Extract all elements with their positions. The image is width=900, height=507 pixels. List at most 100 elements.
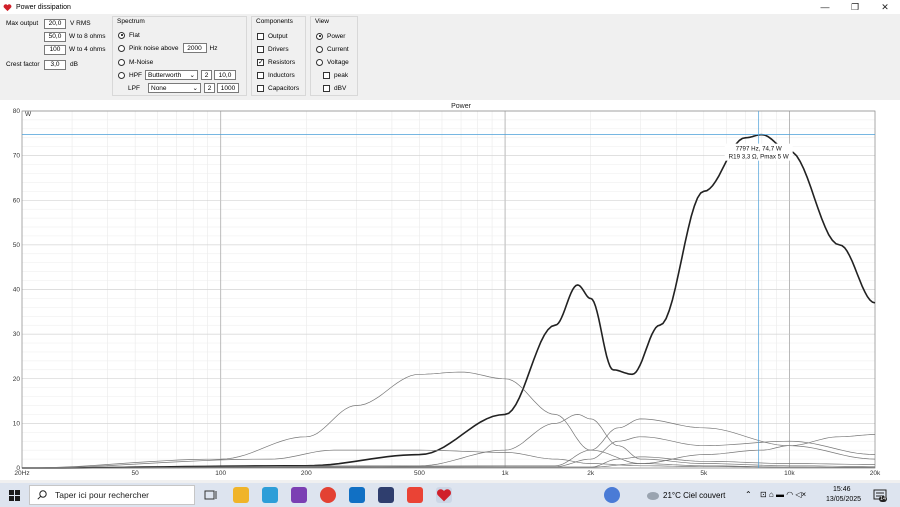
flat-label: Flat [129, 31, 140, 39]
lpf-order-input[interactable]: 2 [204, 83, 215, 93]
crest-factor-unit: dB [70, 61, 78, 68]
outlook-icon[interactable] [349, 487, 365, 503]
power-chart[interactable]: 20Hz 50 100 200 500 1k 2k 5k 10k 20k 0 10 20 30 40 50 60… [0, 100, 900, 480]
pink-noise-option[interactable]: Pink noise above 2000 Hz [118, 43, 217, 53]
y-tick-label: 60 [13, 197, 21, 204]
resistors-checkbox[interactable]: ✓ [257, 58, 264, 66]
output-option[interactable]: Output [257, 31, 288, 41]
lpf-row: LPF None ⌄ 2 1000 [128, 83, 239, 93]
close-button[interactable]: ✕ [870, 0, 900, 14]
app-heart-icon [3, 3, 12, 11]
lpf-type-select[interactable]: None ⌄ [148, 83, 201, 93]
resistors-option[interactable]: ✓ Resistors [257, 57, 295, 67]
inductors-option[interactable]: Inductors [257, 70, 295, 80]
capacitors-option[interactable]: Capacitors [257, 83, 299, 93]
hpf-type-select[interactable]: Butterworth ⌄ [145, 70, 198, 80]
inductors-label: Inductors [268, 71, 295, 79]
weather-text[interactable]: 21°C Ciel couvert [663, 491, 725, 500]
clock-time[interactable]: 15:46 [833, 486, 851, 493]
max-output-unit: V RMS [70, 20, 91, 27]
watts-8ohm-label: W to 8 ohms [69, 33, 106, 40]
flat-radio[interactable] [118, 31, 125, 39]
notification-icon[interactable]: 14 [873, 488, 888, 502]
gmail-icon[interactable] [407, 487, 423, 503]
voltage-radio[interactable] [316, 58, 323, 66]
power-dissipation-app-icon[interactable] [436, 487, 452, 503]
title-bar: Power dissipation — ❐ ✕ [0, 0, 900, 14]
view-title: View [315, 18, 329, 25]
app-icon-blue[interactable] [262, 487, 278, 503]
watts-4ohm-label: W to 4 ohms [69, 46, 106, 53]
app-icon-dark[interactable] [378, 487, 394, 503]
current-option[interactable]: Current [316, 44, 349, 54]
dbv-checkbox[interactable] [323, 84, 330, 92]
hpf-radio[interactable] [118, 71, 125, 79]
peak-label: peak [334, 71, 349, 79]
y-tick-label: 30 [13, 331, 21, 338]
y-tick-label: 20 [13, 376, 21, 383]
file-explorer-icon[interactable] [233, 487, 249, 503]
notification-badge: 14 [879, 496, 888, 502]
taskbar: Taper ici pour rechercher 21°C Ciel couv… [0, 483, 900, 507]
x-tick-label: 50 [132, 470, 140, 477]
view-group: View Power Current Voltage peak dBV [310, 16, 358, 96]
help-icon[interactable] [604, 487, 620, 503]
hpf-order-input[interactable]: 2 [201, 70, 212, 80]
watts-8ohm-input[interactable]: 50,0 [44, 31, 66, 42]
y-tick-label: 70 [13, 153, 21, 160]
search-icon [37, 490, 47, 500]
dbv-option[interactable]: dBV [323, 83, 346, 93]
maximize-button[interactable]: ❐ [840, 0, 870, 14]
power-radio[interactable] [316, 32, 323, 40]
windows-start-icon[interactable] [9, 490, 20, 501]
output-label: Output [268, 32, 288, 40]
drivers-checkbox[interactable] [257, 45, 264, 53]
output-checkbox[interactable] [257, 32, 264, 40]
power-option[interactable]: Power [316, 31, 345, 41]
lpf-freq-input[interactable]: 1000 [217, 83, 239, 93]
x-tick-label: 10k [784, 470, 795, 477]
components-group: Components Output Drivers ✓ Resistors Ind… [251, 16, 306, 96]
x-tick-label: 200 [301, 470, 312, 477]
hpf-freq-input[interactable]: 10,0 [214, 70, 236, 80]
voltage-option[interactable]: Voltage [316, 57, 349, 67]
lpf-type-value: None [151, 84, 167, 92]
voltage-label: Voltage [327, 58, 349, 66]
onenote-icon[interactable] [291, 487, 307, 503]
mnoise-option[interactable]: M-Noise [118, 57, 153, 67]
mnoise-radio[interactable] [118, 58, 125, 66]
x-tick-label: 500 [414, 470, 425, 477]
hpf-option[interactable]: HPF Butterworth ⌄ 2 10,0 [118, 70, 236, 80]
drivers-option[interactable]: Drivers [257, 44, 289, 54]
cursor-readout-line2: R19 3,3 Ω, Pmax 5 W [729, 154, 789, 161]
capacitors-label: Capacitors [268, 84, 300, 92]
inductors-checkbox[interactable] [257, 71, 264, 79]
capacitors-checkbox[interactable] [257, 84, 264, 92]
search-placeholder: Taper ici pour rechercher [55, 490, 150, 500]
peak-checkbox[interactable] [323, 71, 330, 79]
tray-icons[interactable]: ⊡ ⌂ ▬ ◠ ◁× [760, 490, 806, 499]
max-output-input[interactable]: 20,0 [44, 18, 66, 29]
flat-option[interactable]: Flat [118, 30, 140, 40]
taskbar-search[interactable]: Taper ici pour rechercher [29, 485, 195, 505]
chevron-down-icon: ⌄ [192, 85, 198, 92]
crest-factor-label: Crest factor [6, 61, 40, 68]
tray-chevron-icon[interactable]: ⌃ [745, 490, 752, 499]
y-tick-label: 0 [16, 465, 20, 472]
spectrum-title: Spectrum [117, 18, 145, 25]
components-title: Components [256, 18, 293, 25]
peak-option[interactable]: peak [323, 70, 348, 80]
pink-noise-radio[interactable] [118, 44, 125, 52]
watts-4ohm-input[interactable]: 100 [44, 44, 66, 55]
minimize-button[interactable]: — [810, 0, 840, 14]
current-radio[interactable] [316, 45, 323, 53]
crest-factor-input[interactable]: 3,0 [44, 59, 66, 70]
chrome-icon[interactable] [320, 487, 336, 503]
pink-noise-freq-input[interactable]: 2000 [182, 43, 207, 53]
y-tick-label: 50 [13, 242, 21, 249]
pink-noise-unit: Hz [209, 44, 218, 52]
power-chart-svg[interactable]: 20Hz 50 100 200 500 1k 2k 5k 10k 20k0102030405060… [0, 100, 900, 480]
series-line-main [22, 133, 876, 469]
task-view-icon[interactable] [203, 487, 219, 503]
clock-date[interactable]: 13/05/2025 [826, 496, 861, 503]
